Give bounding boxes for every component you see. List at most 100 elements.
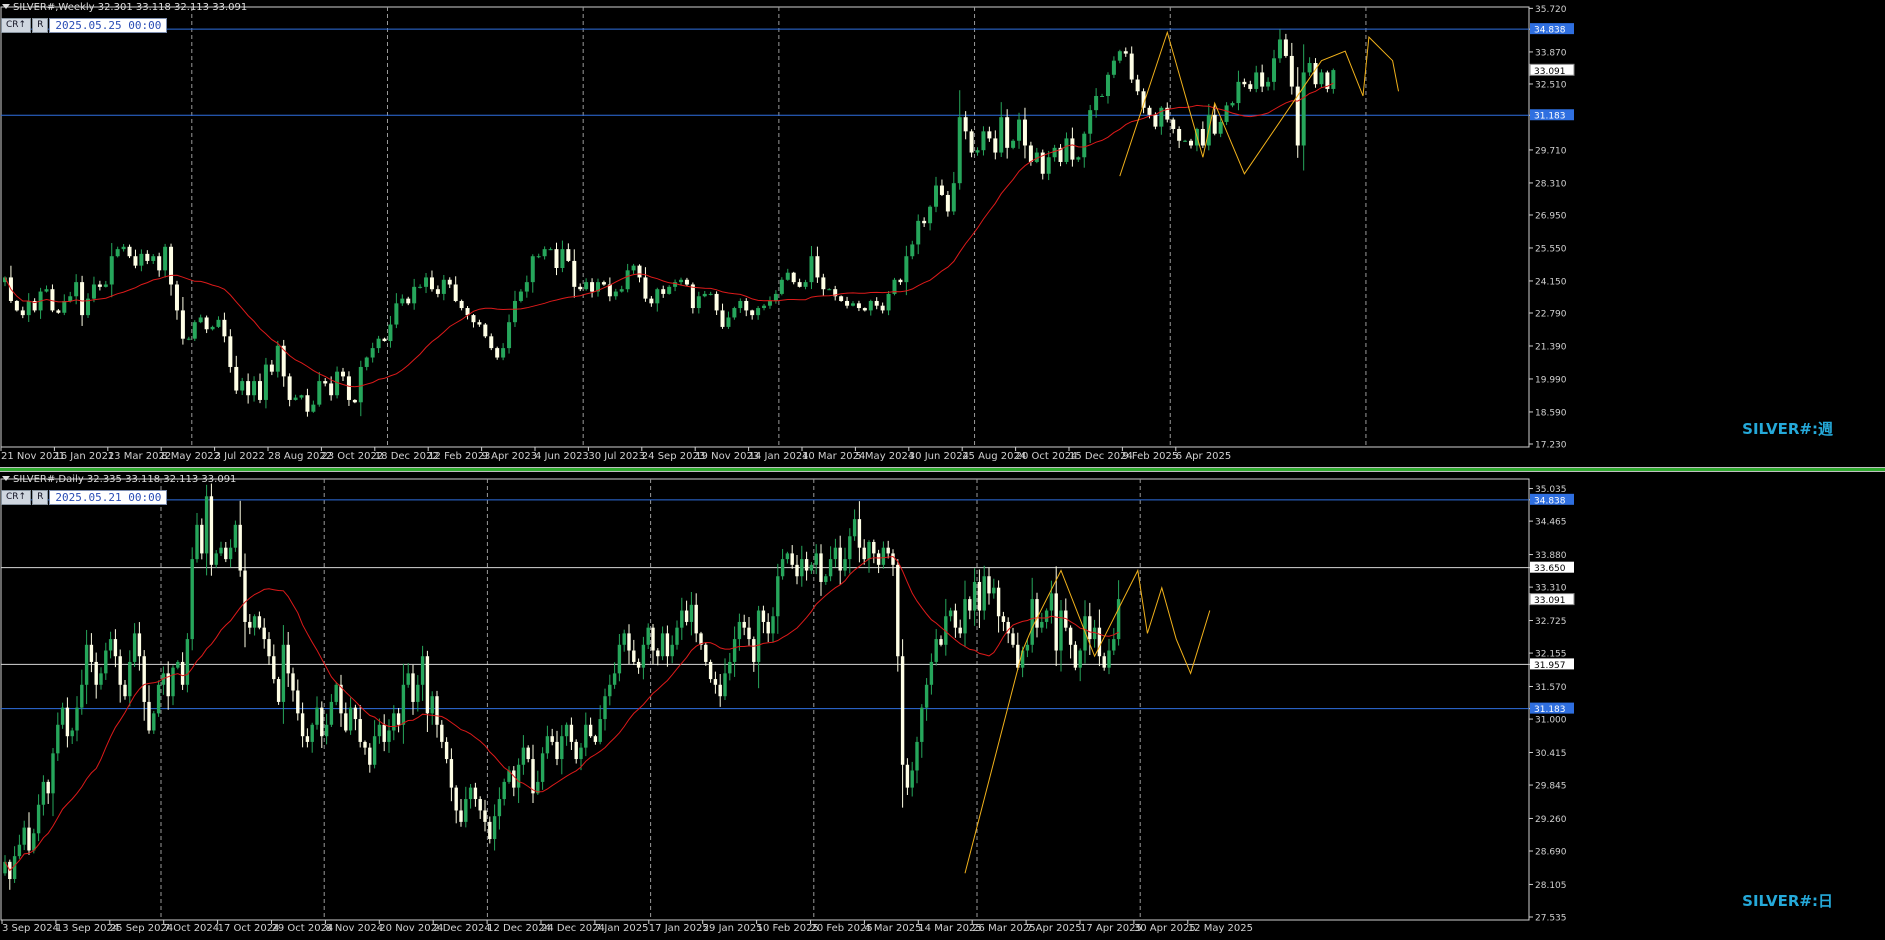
daily-candle-body bbox=[896, 564, 900, 657]
daily-candle-body bbox=[291, 673, 295, 691]
weekly-candle-body bbox=[121, 246, 126, 250]
daily-candle-body bbox=[171, 667, 175, 697]
weekly-candle-body bbox=[1183, 140, 1188, 142]
weekly-candle-body bbox=[80, 282, 85, 316]
weekly-candle-body bbox=[637, 265, 642, 278]
daily-candle-body bbox=[113, 639, 118, 657]
weekly-candle-body bbox=[928, 206, 933, 224]
daily-candle-body bbox=[665, 633, 670, 657]
weekly-candle-body bbox=[791, 272, 796, 283]
cr-up-badge[interactable]: CR↑ bbox=[1, 18, 32, 33]
daily-time-label: 29 Oct 2024 bbox=[272, 923, 334, 934]
daily-chart-canvas[interactable]: 35.03534.838 34.465 33.880 33.650 33.310 33.0… bbox=[0, 472, 1885, 940]
weekly-price-label: 21.390 bbox=[1535, 342, 1567, 352]
weekly-candle-body bbox=[696, 296, 701, 309]
daily-candle-body bbox=[89, 644, 94, 662]
weekly-candle-body bbox=[910, 244, 915, 257]
daily-candle-body bbox=[276, 679, 281, 702]
weekly-price-label: 29.710 bbox=[1535, 146, 1567, 156]
daily-candle-body bbox=[771, 616, 775, 634]
weekly-price-tag-label: 34.838 bbox=[1534, 26, 1566, 36]
daily-candle-body bbox=[344, 713, 348, 731]
weekly-candle-body bbox=[269, 364, 274, 372]
weekly-candle-body bbox=[1105, 74, 1110, 96]
daily-candle-body bbox=[574, 741, 578, 760]
weekly-chart-panel[interactable]: 35.720 34.838 33.870 33.091 32.510 31.183 29.7… bbox=[0, 0, 1885, 467]
weekly-candle-body bbox=[744, 300, 749, 311]
daily-candle-body bbox=[267, 639, 271, 657]
weekly-candle-body bbox=[507, 322, 512, 349]
collapse-triangle-icon[interactable] bbox=[2, 476, 10, 481]
daily-candle-body bbox=[272, 656, 276, 680]
weekly-candle-body bbox=[1052, 147, 1057, 158]
daily-candle-body bbox=[238, 524, 242, 571]
weekly-candle-body bbox=[382, 338, 387, 342]
weekly-candle-body bbox=[311, 404, 316, 412]
weekly-candle-body bbox=[447, 279, 452, 285]
daily-candle-body bbox=[80, 684, 84, 708]
weekly-candle-body bbox=[904, 256, 909, 283]
weekly-candle-body bbox=[797, 282, 802, 287]
weekly-candle-body bbox=[690, 284, 695, 309]
daily-candle-body bbox=[977, 581, 982, 611]
weekly-candle-body bbox=[234, 366, 239, 391]
daily-time-label: 7 Oct 2024 bbox=[164, 923, 219, 934]
weekly-candle-body bbox=[999, 117, 1004, 153]
r-badge[interactable]: R bbox=[32, 18, 49, 33]
daily-candle-body bbox=[286, 644, 290, 674]
weekly-price-label: 33.870 bbox=[1535, 48, 1567, 58]
weekly-price-label: 17.230 bbox=[1535, 441, 1567, 451]
weekly-candle-body bbox=[684, 279, 689, 285]
weekly-candle-body bbox=[489, 336, 494, 349]
daily-candle-body bbox=[881, 547, 886, 565]
weekly-candle-body bbox=[341, 371, 346, 377]
weekly-time-label: 9 Feb 2025 bbox=[1122, 451, 1178, 462]
daily-candle-body bbox=[891, 553, 895, 565]
daily-candle-body bbox=[104, 650, 108, 674]
daily-candle-body bbox=[584, 724, 588, 748]
daily-candle-body bbox=[46, 781, 50, 794]
daily-candle-body bbox=[1068, 627, 1073, 645]
daily-candle-body bbox=[248, 621, 252, 628]
collapse-triangle-icon[interactable] bbox=[2, 4, 10, 9]
daily-candle-body bbox=[123, 684, 127, 697]
daily-price-tag-label: 31.183 bbox=[1534, 705, 1566, 715]
weekly-candle-body bbox=[1272, 58, 1277, 82]
daily-time-label: 17 Jan 2025 bbox=[649, 923, 709, 934]
weekly-candle-body bbox=[957, 117, 962, 184]
daily-candle-body bbox=[406, 673, 410, 685]
daily-candle-body bbox=[756, 610, 761, 662]
daily-price-tag-label: 31.957 bbox=[1534, 661, 1566, 671]
weekly-candle-body bbox=[1094, 95, 1099, 111]
daily-candle-body bbox=[900, 656, 905, 765]
weekly-candle-body bbox=[1153, 114, 1158, 127]
daily-candle-body bbox=[531, 759, 535, 794]
weekly-candle-body bbox=[862, 308, 867, 311]
daily-price-label: 32.155 bbox=[1535, 650, 1567, 660]
weekly-candle-body bbox=[554, 249, 559, 268]
daily-watermark: SILVER#:日 bbox=[1742, 892, 1833, 910]
weekly-chart-canvas[interactable]: 35.720 34.838 33.870 33.091 32.510 31.183 29.7… bbox=[0, 0, 1885, 467]
daily-candle-body bbox=[94, 661, 98, 685]
daily-candle-body bbox=[920, 707, 924, 742]
daily-candle-body bbox=[372, 736, 377, 765]
daily-chart-panel[interactable]: 35.035 34.838 34.465 33.880 33.650 33.310 33.0… bbox=[0, 472, 1885, 940]
weekly-candle-body bbox=[803, 282, 808, 287]
daily-candle-body bbox=[483, 810, 487, 822]
daily-candle-body bbox=[36, 804, 41, 834]
daily-time-label: 4 Mar 2025 bbox=[864, 923, 921, 934]
weekly-candle-body bbox=[767, 300, 772, 306]
weekly-candle-body bbox=[287, 376, 292, 400]
weekly-candle-body bbox=[1224, 105, 1229, 122]
daily-candle-body bbox=[233, 524, 238, 548]
r-badge[interactable]: R bbox=[32, 490, 49, 505]
daily-candle-body bbox=[809, 564, 814, 571]
daily-candle-body bbox=[1035, 599, 1039, 628]
weekly-candle-body bbox=[352, 399, 357, 403]
weekly-candle-body bbox=[584, 282, 589, 290]
weekly-candle-body bbox=[880, 305, 885, 311]
daily-time-label: 8 Nov 2024 bbox=[325, 923, 383, 934]
daily-candle-body bbox=[190, 559, 194, 640]
weekly-candle-body bbox=[1260, 72, 1265, 87]
cr-up-badge[interactable]: CR↑ bbox=[1, 490, 32, 505]
